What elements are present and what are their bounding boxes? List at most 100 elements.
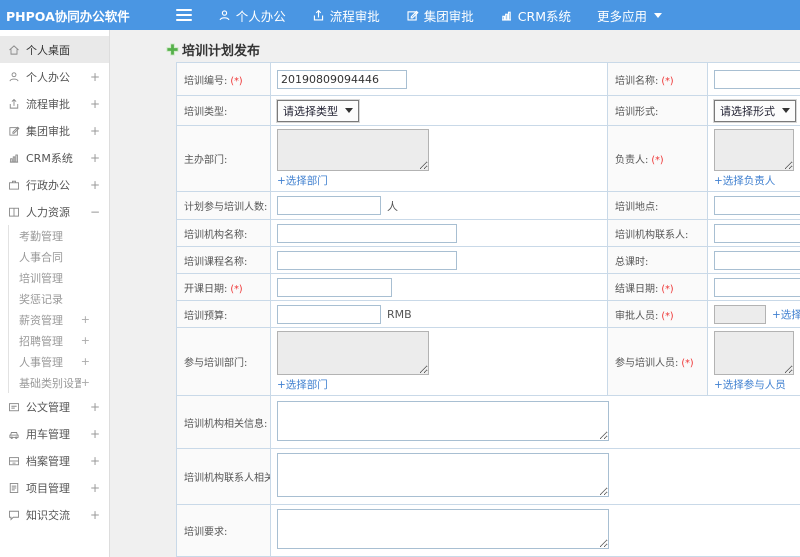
field-label: 培训机构联系人相关信息: <box>184 473 270 484</box>
select-dept-link[interactable]: +选择部门 <box>277 377 328 392</box>
user-icon <box>219 9 230 20</box>
required-mark: (*) <box>661 283 674 295</box>
collapse-minus-icon[interactable]: − <box>90 205 100 219</box>
required-mark: (*) <box>651 155 664 166</box>
field-label: 培训要求: <box>184 527 228 538</box>
sidebar-subitem-personnel[interactable]: 人事管理 + <box>9 351 109 372</box>
sidebar-item-process-approval[interactable]: 流程审批 + <box>0 90 109 117</box>
field-label: 主办部门: <box>184 155 228 166</box>
field-label: 结课日期: <box>615 283 659 295</box>
book-icon <box>9 207 19 217</box>
training-mode-select[interactable]: 请选择形式 <box>714 99 796 122</box>
requirement-textarea[interactable] <box>277 509 609 549</box>
field-label: 培训课程名称: <box>184 256 248 268</box>
course-name-input[interactable] <box>277 250 457 270</box>
expand-plus-icon[interactable]: + <box>90 70 100 84</box>
nav-personal-office[interactable]: 个人办公 <box>218 6 286 25</box>
required-mark: (*) <box>661 75 674 87</box>
field-label: 参与培训部门: <box>184 358 248 369</box>
org-contact-info-textarea[interactable] <box>277 453 609 497</box>
menu-toggle-icon[interactable] <box>175 9 192 21</box>
sidebar-item-personal-desktop[interactable]: 个人桌面 <box>0 36 109 63</box>
expand-plus-icon[interactable]: + <box>90 508 100 522</box>
planned-count-input[interactable] <box>277 196 381 215</box>
nav-label: CRM系统 <box>517 8 571 24</box>
field-label: 审批人员: <box>615 310 659 322</box>
expand-plus-icon[interactable]: + <box>81 355 90 368</box>
training-name-input[interactable] <box>714 69 800 89</box>
field-label: 培训编号: <box>184 75 228 87</box>
select-caret-icon <box>345 108 353 113</box>
nav-label: 流程审批 <box>329 8 380 24</box>
expand-plus-icon[interactable]: + <box>90 151 100 165</box>
expand-plus-icon[interactable]: + <box>90 454 100 468</box>
end-date-input[interactable] <box>714 277 800 297</box>
sidebar-item-projects[interactable]: 项目管理 + <box>0 474 109 501</box>
sidebar-item-personal-office[interactable]: 个人办公 + <box>0 63 109 90</box>
sidebar-item-archives[interactable]: 档案管理 + <box>0 447 109 474</box>
nav-crm-system[interactable]: CRM系统 <box>500 6 571 25</box>
budget-input[interactable] <box>277 304 381 324</box>
training-type-select[interactable]: 请选择类型 <box>277 99 359 122</box>
required-mark: (*) <box>661 310 674 322</box>
required-mark: (*) <box>230 283 243 295</box>
briefcase-icon <box>9 180 19 190</box>
join-people-textarea[interactable] <box>714 331 794 375</box>
org-contact-input[interactable] <box>714 223 800 243</box>
sidebar-item-group-approval[interactable]: 集团审批 + <box>0 117 109 144</box>
select-leader-link[interactable]: +选择负责人 <box>714 173 775 188</box>
expand-plus-icon[interactable]: + <box>90 427 100 441</box>
sidebar-subitem-hr-contract[interactable]: 人事合同 <box>9 246 109 267</box>
user-icon <box>9 71 19 81</box>
expand-plus-icon[interactable]: + <box>90 481 100 495</box>
nav-more-apps[interactable]: 更多应用 <box>597 6 663 25</box>
nav-group-approval[interactable]: 集团审批 <box>406 6 474 25</box>
select-approver-link[interactable]: +选择审批人员 <box>772 307 800 322</box>
expand-plus-icon[interactable]: + <box>90 400 100 414</box>
sidebar-subitem-training[interactable]: 培训管理 <box>9 267 109 288</box>
expand-plus-icon[interactable]: + <box>90 97 100 111</box>
select-caret-icon <box>782 108 790 113</box>
training-plan-form: 培训编号:(*) 培训名称:(*) 培训类型: 请选择类型 培训形式: 请选择形… <box>176 62 800 557</box>
sidebar-item-admin-office[interactable]: 行政办公 + <box>0 171 109 198</box>
start-date-input[interactable] <box>277 277 392 297</box>
expand-plus-icon[interactable]: + <box>81 376 90 389</box>
chart-icon <box>9 154 19 163</box>
field-label: 培训机构联系人: <box>615 229 689 241</box>
org-info-textarea[interactable] <box>277 400 609 441</box>
field-label: 计划参与培训人数: <box>184 202 268 213</box>
sidebar-item-crm-system[interactable]: CRM系统 + <box>0 144 109 171</box>
org-name-input[interactable] <box>277 223 457 243</box>
sidebar-subitem-salary[interactable]: 薪资管理 + <box>9 309 109 330</box>
location-input[interactable] <box>714 196 800 215</box>
field-label: 培训形式: <box>615 107 659 118</box>
join-dept-textarea[interactable] <box>277 331 429 375</box>
sidebar-subitem-recruit[interactable]: 招聘管理 + <box>9 330 109 351</box>
nav-label: 个人办公 <box>235 8 286 24</box>
sidebar-subitem-base-category[interactable]: 基础类别设置 + <box>9 372 109 393</box>
expand-plus-icon[interactable]: + <box>81 313 90 326</box>
sidebar-subitem-attendance[interactable]: 考勤管理 <box>9 225 109 246</box>
nav-process-approval[interactable]: 流程审批 <box>312 6 380 25</box>
sidebar-menu: 个人桌面 个人办公 + 流程审批 + 集团审批 + CRM系统 + 行政办公 +… <box>0 30 110 557</box>
expand-plus-icon[interactable]: + <box>90 178 100 192</box>
leader-textarea[interactable] <box>714 129 794 171</box>
select-dept-link[interactable]: +选择部门 <box>277 173 328 188</box>
sidebar-subitem-rewards[interactable]: 奖惩记录 <box>9 288 109 309</box>
sidebar-item-official-docs[interactable]: 公文管理 + <box>0 393 109 420</box>
field-label: 参与培训人员: <box>615 358 679 369</box>
total-hours-input[interactable] <box>714 250 800 270</box>
sidebar-item-human-resources[interactable]: 人力资源 − <box>0 198 109 225</box>
expand-plus-icon[interactable]: + <box>81 334 90 347</box>
expand-plus-icon[interactable]: + <box>90 124 100 138</box>
process-icon <box>313 9 323 21</box>
select-participants-link[interactable]: +选择参与人员 <box>714 377 786 392</box>
page-title: 培训计划发布 <box>182 44 261 59</box>
field-label: 培训地点: <box>615 202 659 213</box>
sidebar-item-vehicle[interactable]: 用车管理 + <box>0 420 109 447</box>
sidebar-item-knowledge[interactable]: 知识交流 + <box>0 501 109 528</box>
hr-submenu: 考勤管理 人事合同 培训管理 奖惩记录 薪资管理 + 招聘管理 + 人事管理 +… <box>8 225 109 393</box>
approver-input[interactable] <box>714 304 766 324</box>
training-no-input[interactable] <box>277 69 407 89</box>
host-dept-textarea[interactable] <box>277 129 429 171</box>
